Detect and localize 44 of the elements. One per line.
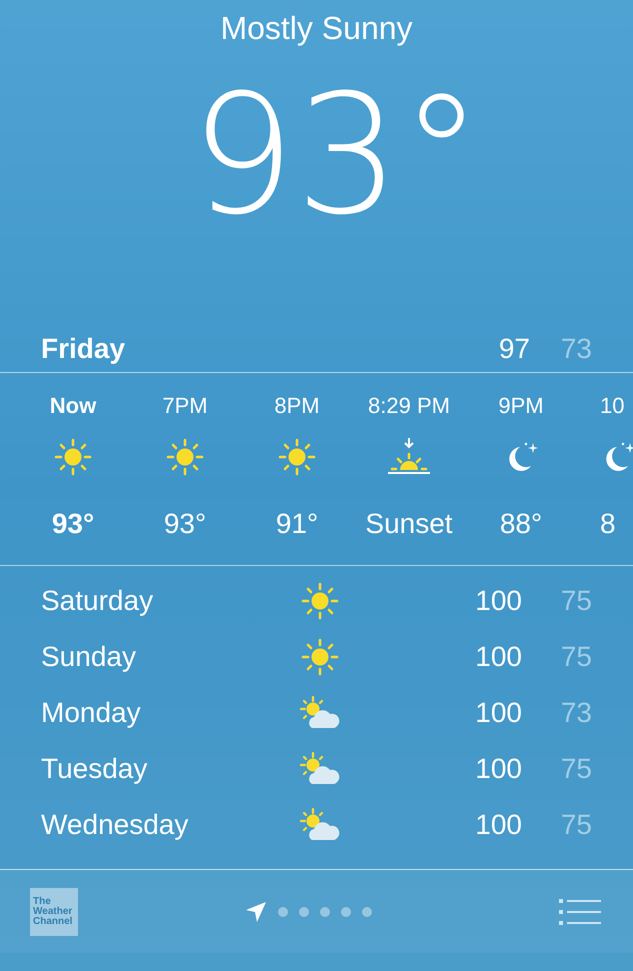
sun-icon [301, 582, 339, 620]
high-temperature: 97 [498, 332, 530, 366]
high-temperature: 100 [474, 752, 522, 786]
low-temperature: 73 [560, 332, 592, 366]
high-temperature: 100 [474, 640, 522, 674]
sun-icon [54, 438, 92, 476]
hour-temperature: 93° [164, 507, 206, 537]
hour-label: 10 [600, 392, 624, 415]
hour-label: 7PM [162, 392, 208, 415]
high-temperature: 100 [474, 808, 522, 842]
condition-text: Mostly Sunny [220, 10, 413, 46]
partly-cloudy-icon [298, 808, 342, 842]
sunset-icon [387, 437, 431, 477]
partly-cloudy-icon [298, 696, 342, 730]
list-icon[interactable] [559, 898, 603, 924]
high-temperature: 100 [474, 696, 522, 730]
high-temperature: 100 [474, 584, 522, 618]
hour-label: 9PM [498, 392, 544, 415]
location-icon[interactable] [245, 900, 267, 922]
day-label: Sunday [41, 640, 137, 674]
partly-cloudy-icon [298, 752, 342, 786]
hour-temperature: Sunset [365, 507, 453, 537]
sun-icon [278, 438, 316, 476]
hour-label: 8PM [274, 392, 320, 415]
hour-temperature: 88° [500, 507, 542, 537]
low-temperature: 73 [560, 696, 592, 730]
day-label: Tuesday [41, 752, 148, 786]
low-temperature: 75 [560, 584, 592, 618]
low-temperature: 75 [560, 752, 592, 786]
logo[interactable]: The Weather Channel [30, 888, 78, 936]
day-label: Wednesday [41, 808, 190, 842]
day-label: Friday [41, 332, 126, 366]
low-temperature: 75 [560, 640, 592, 674]
hour-temperature: 8 [600, 507, 616, 537]
sun-icon [301, 638, 339, 676]
hour-label: Now [50, 392, 96, 415]
hour-temperature: 91° [276, 507, 318, 537]
temperature-text: 93° [189, 60, 483, 250]
day-label: Monday [41, 696, 142, 730]
sun-icon [166, 438, 204, 476]
day-label: Saturday [41, 584, 154, 618]
hour-label: 8:29 PM [368, 392, 450, 415]
hour-temperature: 93° [52, 507, 94, 537]
low-temperature: 75 [560, 808, 592, 842]
